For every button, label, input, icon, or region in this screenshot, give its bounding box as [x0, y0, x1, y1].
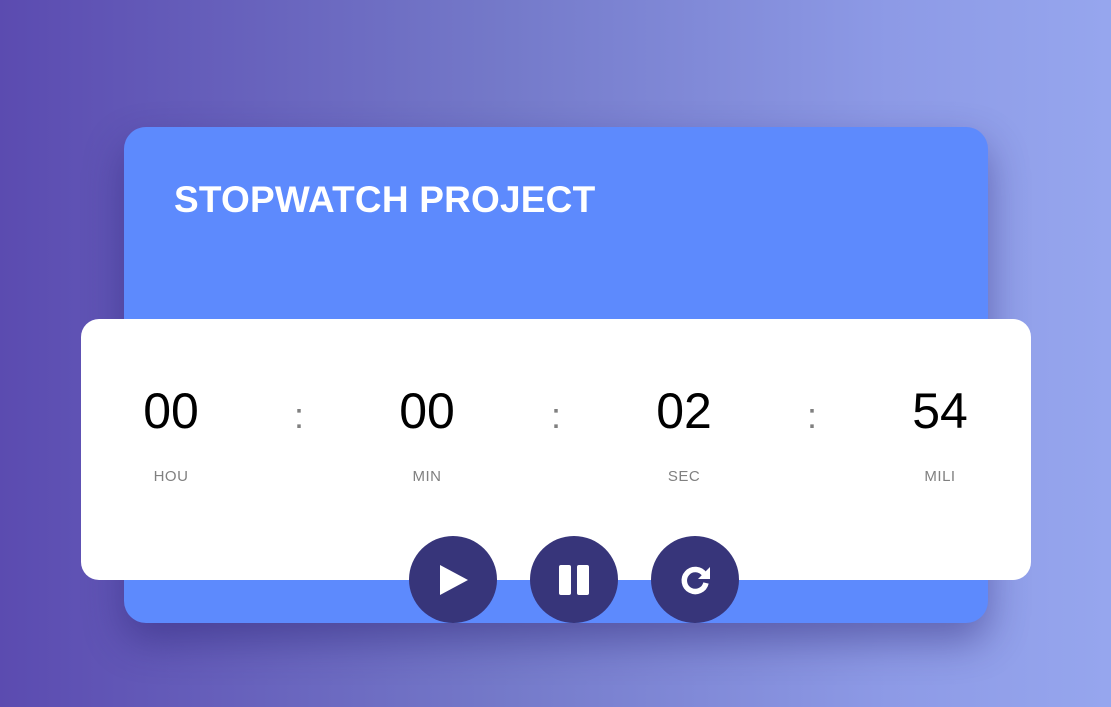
seconds-label: SEC	[667, 468, 701, 485]
separator: :	[293, 395, 304, 436]
millis-value: 54	[912, 383, 968, 439]
separator: :	[550, 395, 561, 436]
hours-unit: 00 HOU	[111, 381, 231, 485]
separator: :	[806, 395, 817, 436]
reset-button[interactable]	[651, 536, 739, 623]
app-title: STOPWATCH PROJECT	[174, 179, 596, 220]
seconds-unit: 02 SEC	[624, 381, 744, 485]
minutes-value: 00	[399, 383, 455, 439]
play-icon	[440, 564, 468, 595]
minutes-label: MIN	[412, 468, 442, 485]
pause-icon	[559, 564, 589, 595]
millis-unit: 54 MILI	[880, 381, 1000, 485]
hours-value: 00	[143, 383, 199, 439]
millis-label: MILI	[924, 468, 956, 485]
hours-label: HOU	[153, 468, 189, 485]
pause-button[interactable]	[530, 536, 618, 623]
seconds-value: 02	[656, 383, 712, 439]
reset-icon	[681, 566, 710, 594]
start-button[interactable]	[409, 536, 497, 623]
minutes-unit: 00 MIN	[367, 381, 487, 485]
